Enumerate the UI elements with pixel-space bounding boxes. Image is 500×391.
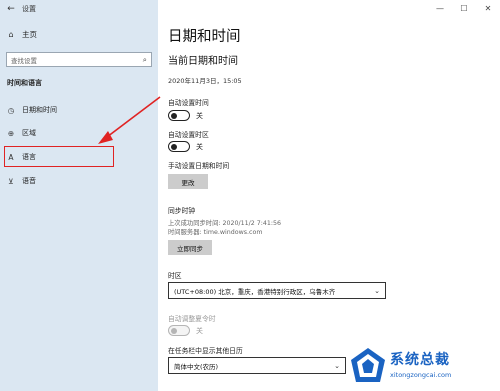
manual-set-label: 手动设置日期和时间 (168, 162, 230, 170)
watermark-logo (351, 348, 385, 382)
calendar-clock-icon: ◷ (7, 105, 15, 115)
auto-timezone-state: 关 (196, 143, 203, 151)
sidebar-item-speech[interactable]: ⊻ 语音 (6, 174, 146, 188)
search-icon[interactable]: ⌕ (143, 55, 147, 65)
title-bar: ← 设置 (0, 0, 158, 18)
current-datetime: 2020年11月3日，15:05 (168, 77, 242, 85)
extra-calendar-value: 简体中文(农历) (174, 362, 219, 371)
chevron-down-icon: ⌄ (374, 286, 380, 295)
main-pane: — ☐ ✕ 日期和时间 当前日期和时间 2020年11月3日，15:05 自动设… (158, 0, 500, 391)
minimize-icon[interactable]: — (428, 0, 452, 16)
nav-home[interactable]: ⌂ 主页 (6, 29, 37, 40)
nav-home-label: 主页 (22, 30, 37, 39)
maximize-icon[interactable]: ☐ (452, 0, 476, 16)
toggle-knob (171, 327, 177, 334)
sync-now-button[interactable]: 立即同步 (168, 240, 212, 255)
last-sync-text: 上次成功同步时间: 2020/11/2 7:41:56 (168, 220, 282, 227)
sidebar-item-region[interactable]: ⊕ 区域 (6, 126, 146, 140)
sidebar-item-label: 区域 (22, 129, 36, 137)
extra-calendar-select[interactable]: 简体中文(农历) ⌄ (168, 357, 346, 374)
timezone-label: 时区 (168, 272, 182, 280)
search-input[interactable]: 查找设置 ⌕ (6, 52, 152, 67)
section-heading: 当前日期和时间 (168, 56, 238, 67)
auto-time-label: 自动设置时间 (168, 99, 209, 107)
auto-time-toggle[interactable] (168, 110, 190, 121)
search-placeholder: 查找设置 (11, 56, 37, 65)
watermark-url: xitongzongcai.com (390, 371, 452, 379)
sidebar-section-title: 时间和语言 (7, 79, 42, 87)
sidebar: ← 设置 ⌂ 主页 查找设置 ⌕ 时间和语言 ◷ 日期和时间 ⊕ 区域 A 语言… (0, 0, 158, 391)
change-button[interactable]: 更改 (168, 174, 208, 189)
extra-calendar-label: 在任务栏中显示其他日历 (168, 347, 243, 355)
microphone-icon: ⊻ (8, 176, 14, 186)
close-icon[interactable]: ✕ (476, 0, 500, 16)
timezone-value: (UTC+08:00) 北京，重庆，香港特别行政区，乌鲁木齐 (174, 287, 336, 296)
auto-timezone-label: 自动设置时区 (168, 131, 209, 139)
dst-state: 关 (196, 327, 203, 335)
timezone-select[interactable]: (UTC+08:00) 北京，重庆，香港特别行政区，乌鲁木齐 ⌄ (168, 282, 386, 299)
toggle-knob (171, 112, 177, 119)
toggle-knob (171, 143, 177, 150)
chevron-down-icon: ⌄ (334, 361, 340, 370)
window-controls: — ☐ ✕ (428, 0, 500, 16)
globe-icon: ⊕ (7, 128, 15, 138)
page-title: 日期和时间 (168, 29, 241, 45)
watermark-text: 系统总裁 (390, 352, 450, 368)
sync-heading: 同步时钟 (168, 207, 196, 215)
dst-label: 自动调整夏令时 (168, 315, 216, 323)
dst-toggle[interactable] (168, 325, 190, 336)
time-server-text: 时间服务器: time.windows.com (168, 229, 263, 236)
auto-time-state: 关 (196, 112, 203, 120)
sidebar-item-label: 语音 (22, 177, 36, 185)
sidebar-item-date-time[interactable]: ◷ 日期和时间 (6, 103, 146, 117)
auto-timezone-toggle[interactable] (168, 141, 190, 152)
back-arrow-icon[interactable]: ← (0, 4, 22, 14)
sidebar-item-label: 日期和时间 (22, 106, 57, 114)
home-icon: ⌂ (8, 30, 14, 39)
annotation-highlight-box (4, 146, 114, 167)
app-title: 设置 (22, 5, 36, 13)
